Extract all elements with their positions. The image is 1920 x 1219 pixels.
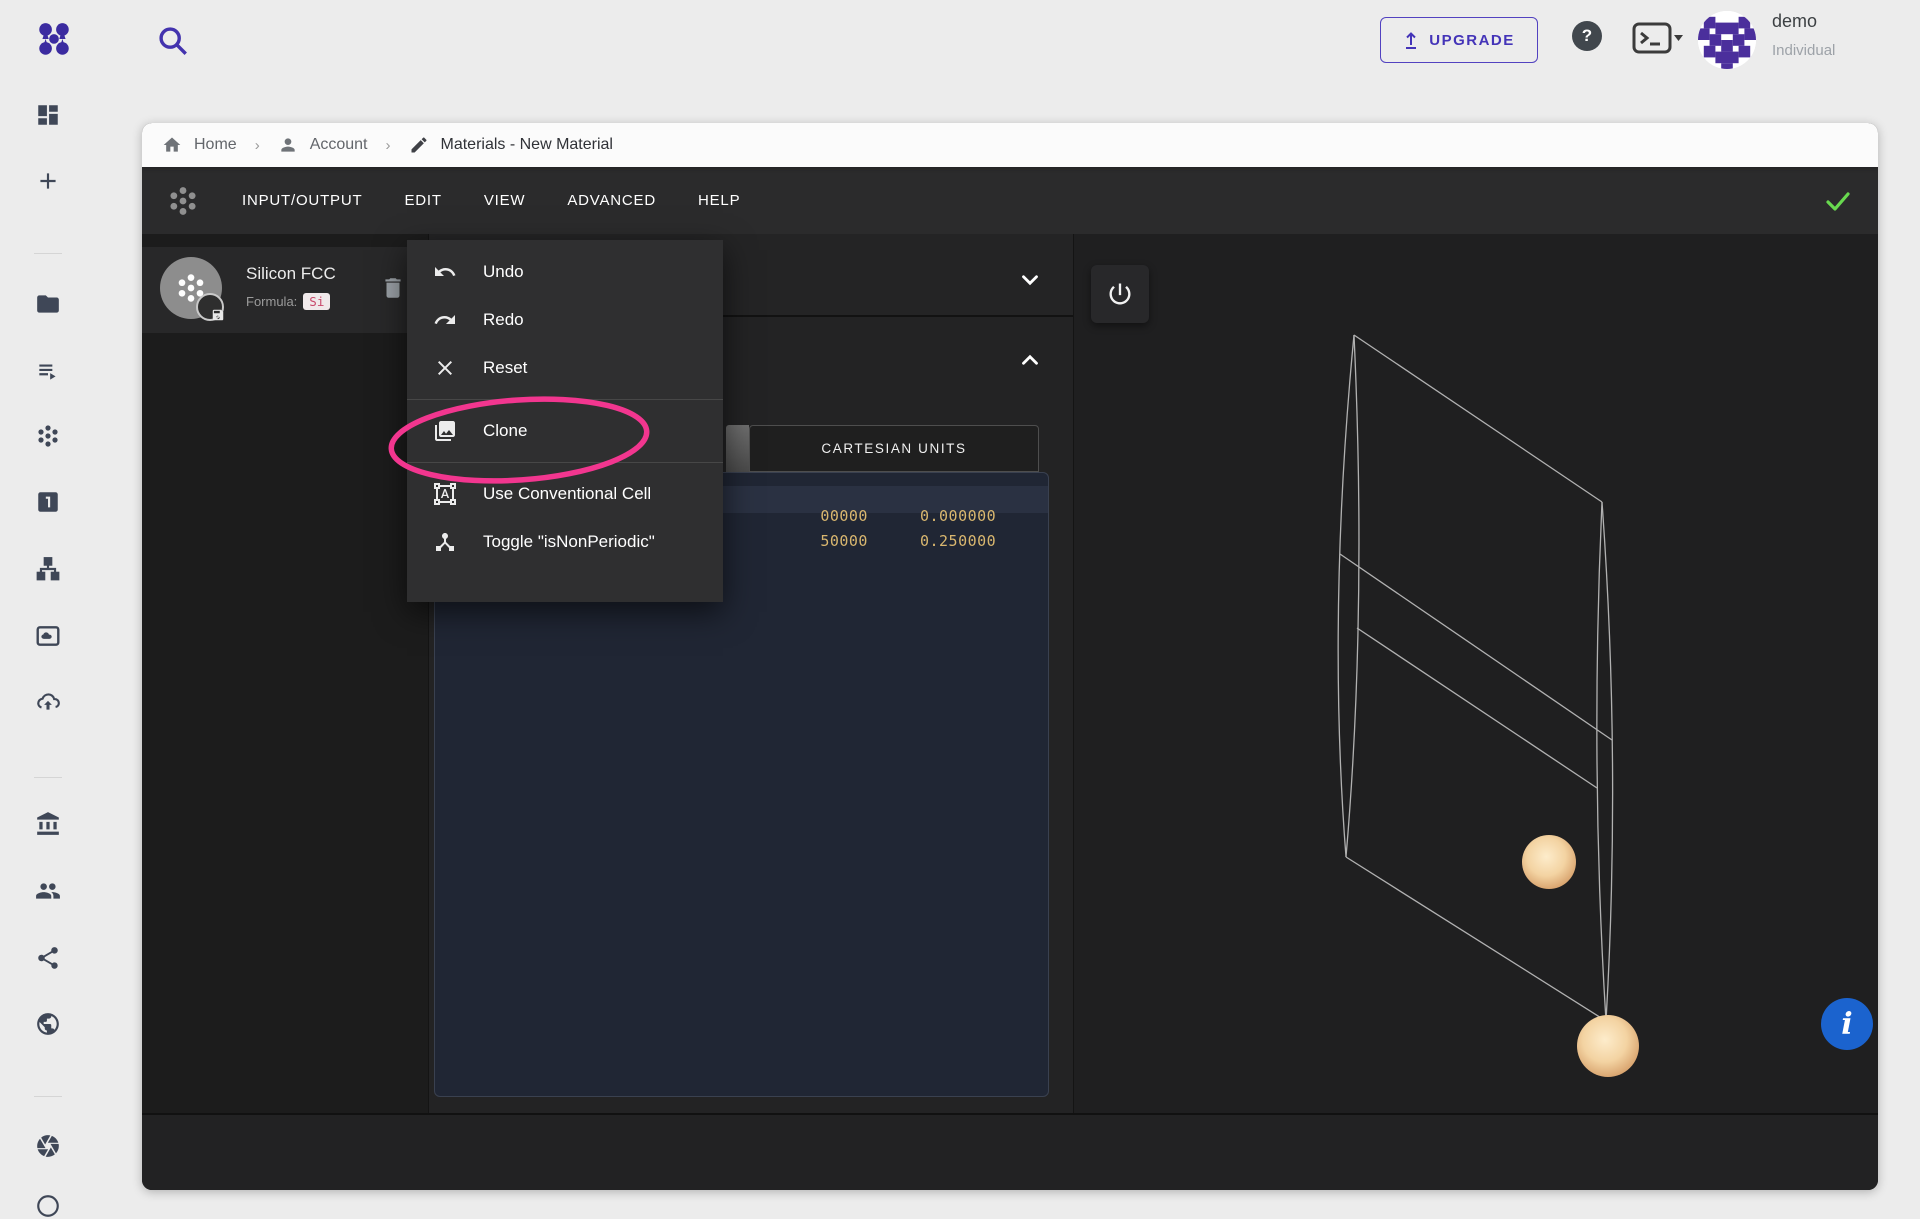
menu-item-label: Redo: [483, 310, 524, 330]
info-glyph: i: [1841, 1007, 1852, 1042]
menu-item-use-conventional-cell[interactable]: Use Conventional Cell: [407, 470, 723, 518]
dashboard-icon[interactable]: [35, 102, 61, 128]
jobs-list-icon[interactable]: [35, 358, 61, 384]
workflows-icon[interactable]: [35, 556, 61, 582]
breadcrumb-separator: ›: [380, 137, 397, 154]
menu-help[interactable]: HELP: [698, 192, 740, 209]
tab-cartesian-units[interactable]: CARTESIAN UNITS: [749, 425, 1039, 472]
upgrade-button[interactable]: UPGRADE: [1380, 17, 1538, 63]
entity-one-icon[interactable]: [35, 489, 61, 515]
materials-cluster-icon[interactable]: [35, 423, 61, 449]
edit-dropdown-menu: Undo Redo Reset Clone Use Conventional C…: [407, 240, 723, 602]
menu-divider: [407, 399, 723, 400]
delete-material-icon[interactable]: [380, 275, 406, 301]
menu-input-output[interactable]: INPUT/OUTPUT: [242, 192, 362, 209]
chevron-up-icon[interactable]: [1017, 347, 1043, 373]
bottom-toolbar-strip: [142, 1113, 1878, 1190]
media-frame-icon[interactable]: [35, 623, 61, 649]
rail-divider: [34, 253, 62, 254]
tab-cartesian-label: CARTESIAN UNITS: [821, 441, 966, 456]
home-icon: [162, 135, 182, 155]
breadcrumb: Home › Account › Materials - New Materia…: [142, 123, 1878, 167]
menu-view[interactable]: VIEW: [484, 192, 526, 209]
breadcrumb-separator: ›: [249, 137, 266, 154]
create-new-icon[interactable]: [35, 168, 61, 194]
help-icon[interactable]: ?: [1572, 21, 1602, 51]
menu-edit[interactable]: EDIT: [404, 192, 441, 209]
menu-advanced[interactable]: ADVANCED: [567, 192, 656, 209]
material-name: Silicon FCC: [246, 264, 336, 284]
user-plan: Individual: [1772, 42, 1835, 59]
user-avatar[interactable]: [1698, 11, 1756, 69]
top-app-bar: UPGRADE ? demo Individual: [0, 0, 1920, 80]
close-x-icon: [433, 356, 457, 380]
breadcrumb-current: Materials - New Material: [441, 136, 613, 154]
code-line: 500000.250000: [725, 514, 996, 568]
crystal-wireframe: [1074, 234, 1878, 1113]
redo-icon: [433, 308, 457, 332]
material-formula-row: Formula: Si: [246, 293, 330, 310]
menu-item-clone[interactable]: Clone: [407, 407, 723, 455]
organization-bank-icon[interactable]: [35, 811, 61, 837]
main-card: Home › Account › Materials - New Materia…: [142, 123, 1878, 1190]
partial-bottom-icon[interactable]: [35, 1193, 61, 1219]
menu-divider: [407, 462, 723, 463]
team-people-icon[interactable]: [35, 878, 61, 904]
upload-icon: [1403, 31, 1419, 49]
atom-si-1: [1522, 835, 1576, 889]
editor-menubar: INPUT/OUTPUT EDIT VIEW ADVANCED HELP: [142, 167, 1878, 234]
menu-item-label: Clone: [483, 421, 527, 441]
rail-divider: [34, 777, 62, 778]
globe-icon[interactable]: [35, 1011, 61, 1037]
saved-badge-icon: [196, 293, 224, 321]
edit-pencil-icon: [409, 135, 429, 155]
structure-3d-viewer[interactable]: i: [1073, 234, 1878, 1113]
share-icon[interactable]: [35, 945, 61, 971]
terminal-menu-icon[interactable]: [1632, 22, 1684, 54]
cloud-upload-icon[interactable]: [35, 689, 61, 715]
menu-item-reset[interactable]: Reset: [407, 344, 723, 392]
breadcrumb-account[interactable]: Account: [310, 136, 368, 154]
projects-folder-icon[interactable]: [35, 291, 61, 317]
menu-item-label: Reset: [483, 358, 527, 378]
power-icon: [1106, 280, 1134, 308]
upgrade-label: UPGRADE: [1429, 32, 1515, 49]
menu-item-label: Use Conventional Cell: [483, 484, 651, 504]
rail-divider: [34, 1096, 62, 1097]
chevron-down-icon[interactable]: [1017, 267, 1043, 293]
material-avatar: [160, 257, 222, 319]
format-shapes-icon: [433, 482, 457, 506]
atom-si-2: [1577, 1015, 1639, 1077]
account-icon: [278, 135, 298, 155]
clone-library-icon: [433, 419, 457, 443]
formula-chip: Si: [303, 293, 330, 310]
device-hub-icon: [433, 530, 457, 554]
formula-label: Formula:: [246, 294, 297, 309]
app-logo-icon[interactable]: [36, 20, 72, 60]
info-button[interactable]: i: [1821, 998, 1873, 1050]
menu-item-label: Toggle "isNonPeriodic": [483, 532, 655, 552]
menu-item-redo[interactable]: Redo: [407, 296, 723, 344]
menu-item-undo[interactable]: Undo: [407, 248, 723, 296]
search-icon[interactable]: [156, 24, 190, 58]
undo-icon: [433, 260, 457, 284]
menu-item-label: Undo: [483, 262, 524, 282]
viewer-cluster-icon: [166, 184, 200, 218]
breadcrumb-home[interactable]: Home: [194, 136, 237, 154]
saved-check-icon: [1824, 187, 1852, 215]
content-row: Silicon FCC Formula: Si 000000.000000: [142, 234, 1878, 1113]
tab-crystal-units-partial[interactable]: [726, 425, 749, 472]
power-toggle-button[interactable]: [1091, 265, 1149, 323]
material-list-pane: Silicon FCC Formula: Si: [142, 234, 428, 1113]
material-list-item[interactable]: Silicon FCC Formula: Si: [142, 247, 428, 333]
menu-item-toggle-non-periodic[interactable]: Toggle "isNonPeriodic": [407, 518, 723, 566]
user-name[interactable]: demo: [1772, 11, 1817, 32]
wheel-icon[interactable]: [35, 1133, 61, 1159]
